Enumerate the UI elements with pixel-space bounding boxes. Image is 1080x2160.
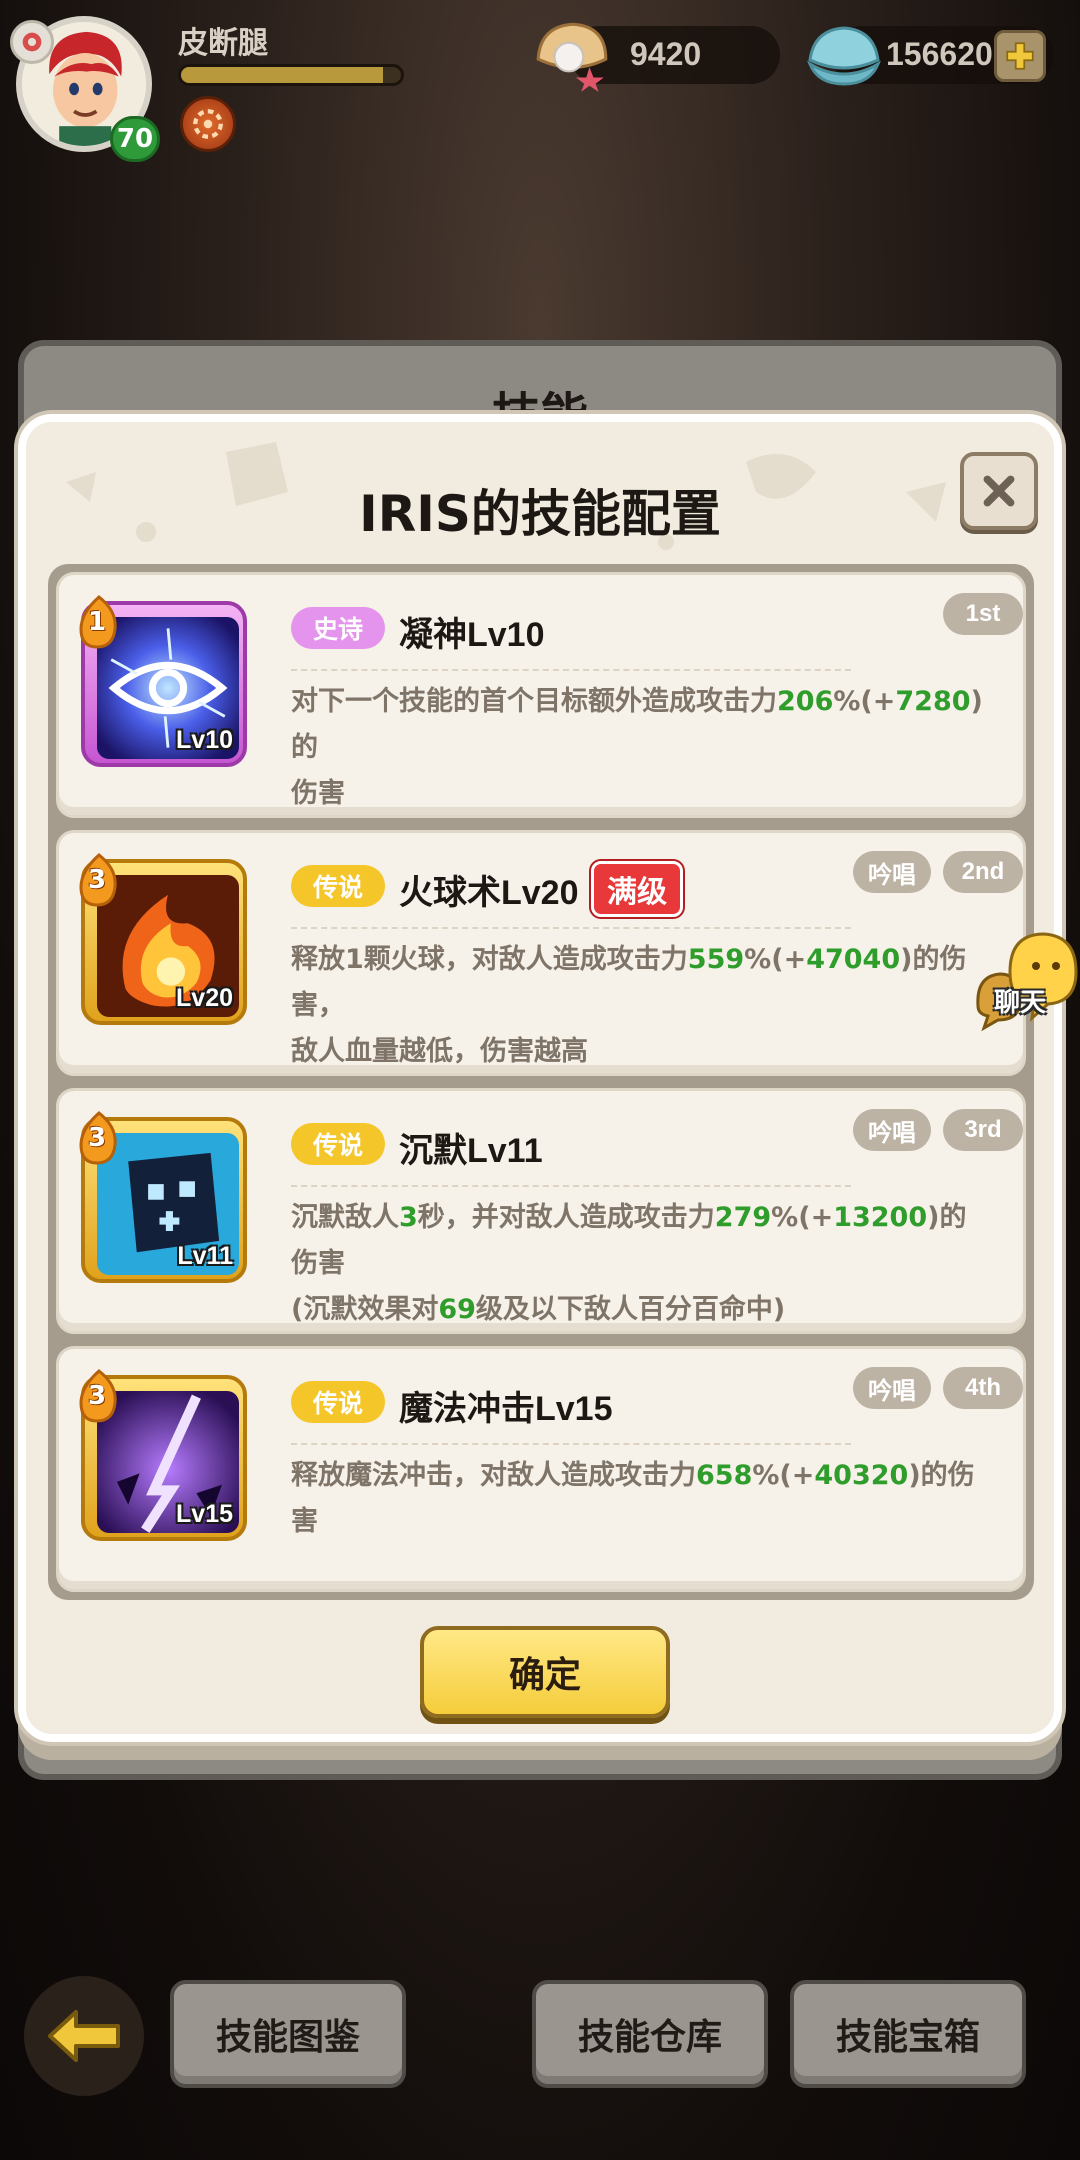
- skill-name: 火球术Lv20: [399, 874, 579, 912]
- player-level-badge: 70: [110, 116, 160, 162]
- chant-tag: 吟唱: [853, 1109, 931, 1151]
- divider: [291, 1185, 851, 1187]
- skill-name: 沉默Lv11: [399, 1132, 543, 1170]
- exp-bar: [178, 64, 404, 86]
- slot-cost-badge: 3: [77, 1111, 125, 1167]
- top-hud: 70 皮断腿 9420 156620: [0, 0, 1080, 170]
- close-icon: [983, 475, 1015, 507]
- skill-name: 魔法冲击Lv15: [399, 1390, 613, 1428]
- skill-card[interactable]: Lv15 3 传说 魔法冲击Lv15 吟唱 4th 释放魔法冲击，对敌人造成攻击…: [56, 1346, 1026, 1592]
- add-currency-button[interactable]: [994, 30, 1046, 82]
- skill-icon-level: Lv15: [176, 1500, 233, 1528]
- skill-icon-frame: Lv15 3: [79, 1369, 247, 1541]
- skill-icon-level: Lv11: [177, 1242, 233, 1270]
- clam-shell-icon: [806, 26, 882, 86]
- rarity-tag: 传说: [291, 865, 385, 907]
- skill-list: Lv10 1 史诗 凝神Lv10 1st 对下一个技能的首个目标额外造成攻击力2…: [48, 564, 1034, 1600]
- skill-atlas-button[interactable]: 技能图鉴: [170, 1980, 406, 2088]
- skill-storage-button[interactable]: 技能仓库: [532, 1980, 768, 2088]
- arrow-left-icon: [48, 2010, 120, 2062]
- slot-cost-badge: 3: [77, 853, 125, 909]
- skill-icon-level: Lv20: [176, 984, 233, 1012]
- cast-order-tag: 2nd: [943, 851, 1023, 893]
- pearl-value: 9420: [630, 36, 702, 72]
- skill-card[interactable]: Lv10 1 史诗 凝神Lv10 1st 对下一个技能的首个目标额外造成攻击力2…: [56, 572, 1026, 818]
- rarity-tag: 传说: [291, 1381, 385, 1423]
- plus-icon: [1006, 42, 1034, 70]
- skill-icon-frame: Lv20 3: [79, 853, 247, 1025]
- rank-emblem-icon: [193, 109, 223, 139]
- skill-icon-frame: Lv10 1: [79, 595, 247, 767]
- rarity-tag: 史诗: [291, 607, 385, 649]
- skill-card[interactable]: Lv20 3 传说 火球术Lv20 满级 吟唱 2nd 释放1颗火球，对敌人造成…: [56, 830, 1026, 1076]
- close-button[interactable]: [960, 452, 1038, 530]
- divider: [291, 1443, 851, 1445]
- settings-button[interactable]: [10, 20, 54, 64]
- skill-name: 凝神Lv10: [399, 616, 545, 654]
- skill-description: 沉默敌人3秒，并对敌人造成攻击力279%(+13200)的伤害 (沉默效果对69…: [291, 1202, 967, 1325]
- chant-tag: 吟唱: [853, 1367, 931, 1409]
- confirm-button[interactable]: 确定: [420, 1626, 670, 1718]
- modal-title: IRIS的技能配置: [359, 485, 721, 543]
- cast-order-tag: 3rd: [943, 1109, 1023, 1151]
- skill-description: 对下一个技能的首个目标额外造成攻击力206%(+7280)的 伤害: [291, 686, 983, 809]
- skill-config-modal: IRIS的技能配置 Lv10 1 史诗 凝神Lv10 1st 对下一个技能的首个…: [18, 414, 1062, 1742]
- slot-cost-badge: 3: [77, 1369, 125, 1425]
- gear-icon: [22, 32, 42, 52]
- rarity-tag: 传说: [291, 1123, 385, 1165]
- skill-icon-frame: Lv11 3: [79, 1111, 247, 1283]
- back-button[interactable]: [24, 1976, 144, 2096]
- exp-bar-fill: [181, 67, 384, 83]
- cast-order-tag: 4th: [943, 1367, 1023, 1409]
- slot-cost-badge: 1: [77, 595, 125, 651]
- shell-value: 156620: [886, 36, 993, 72]
- max-level-badge: 满级: [591, 861, 683, 917]
- skill-description: 释放1颗火球，对敌人造成攻击力559%(+47040)的伤害， 敌人血量越低，伤…: [291, 944, 967, 1067]
- rank-badge[interactable]: [180, 96, 236, 152]
- cast-order-tag: 1st: [943, 593, 1023, 635]
- pearl-shell-icon: [536, 22, 608, 92]
- skill-card[interactable]: Lv11 3 传说 沉默Lv11 吟唱 3rd 沉默敌人3秒，并对敌人造成攻击力…: [56, 1088, 1026, 1334]
- skill-chest-button[interactable]: 技能宝箱: [790, 1980, 1026, 2088]
- divider: [291, 669, 851, 671]
- chant-tag: 吟唱: [853, 851, 931, 893]
- chat-label[interactable]: 聊天: [994, 982, 1046, 1019]
- skill-icon-level: Lv10: [176, 726, 233, 754]
- divider: [291, 927, 851, 929]
- skill-description: 释放魔法冲击，对敌人造成攻击力658%(+40320)的伤害: [291, 1460, 975, 1537]
- player-name: 皮断腿: [178, 26, 268, 61]
